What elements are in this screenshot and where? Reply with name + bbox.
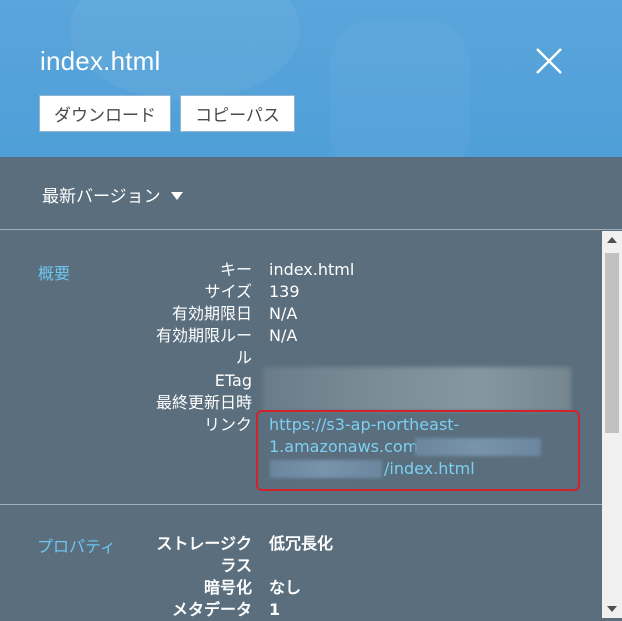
key-value: index.html — [269, 260, 355, 279]
download-button[interactable]: ダウンロード — [39, 95, 171, 132]
expiry-date-label: 有効期限日 — [171, 304, 252, 323]
size-value: 139 — [269, 282, 300, 301]
link-label: リンク — [203, 415, 252, 434]
expiry-rule-label-cont: ル — [235, 348, 252, 367]
header-decoration — [330, 20, 470, 157]
scroll-up-icon[interactable] — [602, 231, 622, 249]
copy-path-button[interactable]: コピーパス — [180, 95, 295, 132]
chevron-down-icon — [170, 191, 183, 200]
encryption-label: 暗号化 — [203, 578, 252, 597]
encryption-value: なし — [269, 578, 302, 597]
expiry-rule-label: 有効期限ルー — [155, 326, 252, 345]
storage-class-value: 低冗長化 — [269, 534, 334, 553]
overview-section-label: 概要 — [38, 264, 71, 283]
scroll-thumb[interactable] — [605, 253, 619, 433]
version-dropdown[interactable]: 最新バージョン — [42, 182, 183, 207]
object-detail-header — [0, 0, 622, 157]
etag-label: ETag — [214, 371, 252, 390]
object-title: index.html — [40, 46, 161, 76]
key-label: キー — [219, 260, 252, 279]
link-highlight-annotation — [256, 410, 580, 491]
scrollbar[interactable] — [602, 231, 622, 618]
last-modified-label: 最終更新日時 — [155, 393, 252, 412]
expiry-rule-value: N/A — [269, 326, 298, 345]
scroll-down-icon[interactable] — [602, 600, 622, 618]
redacted-etag-and-date — [263, 367, 571, 411]
storage-class-label: ストレージク — [156, 534, 252, 553]
version-dropdown-label: 最新バージョン — [42, 187, 161, 207]
section-divider — [0, 504, 602, 505]
expiry-date-value: N/A — [269, 304, 298, 323]
size-label: サイズ — [204, 282, 252, 301]
close-icon[interactable] — [535, 47, 563, 75]
storage-class-label-cont: ラス — [220, 556, 252, 575]
